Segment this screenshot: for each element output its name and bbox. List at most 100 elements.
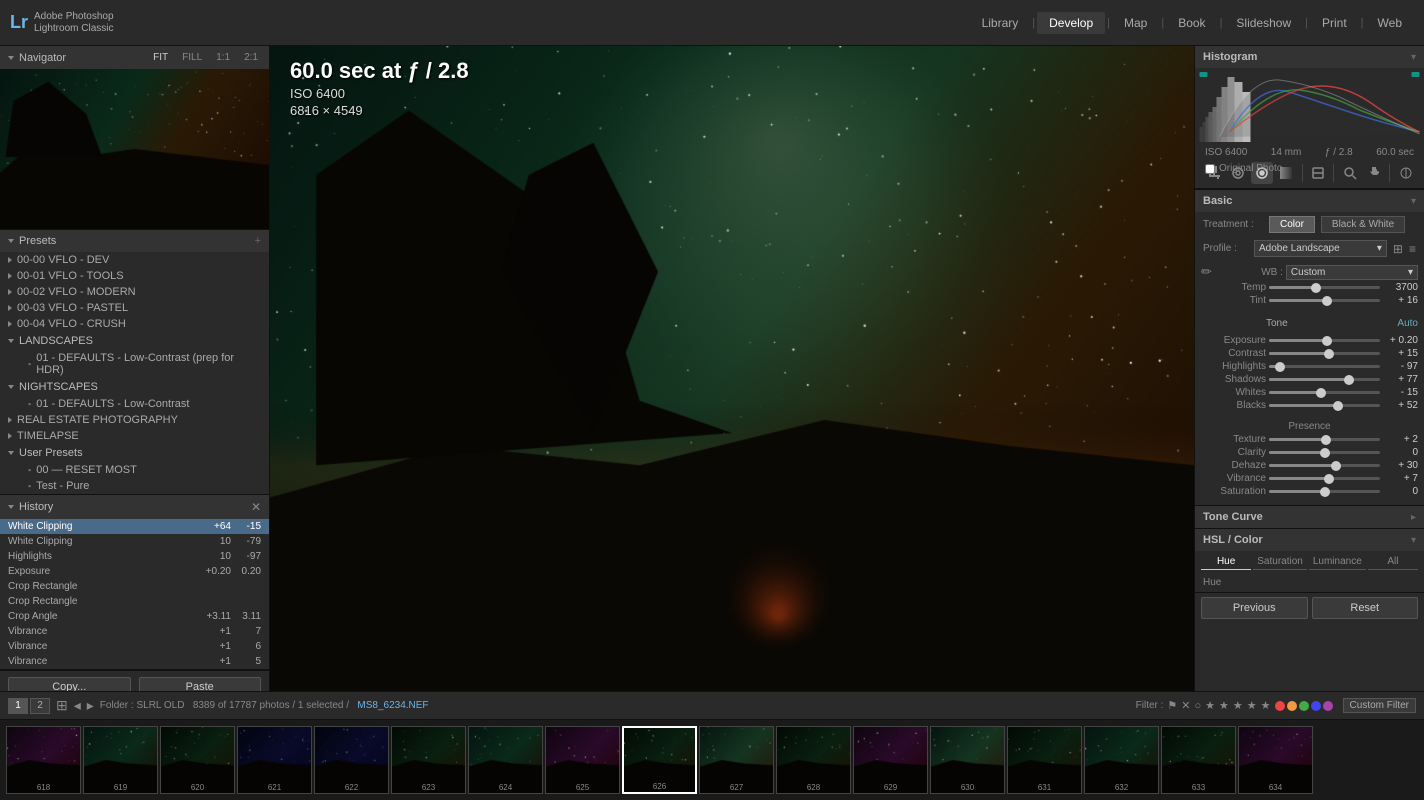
preset-item-vflo-pastel[interactable]: 00-03 VFLO - PASTEL (0, 300, 269, 316)
hsl-tab-all[interactable]: All (1368, 554, 1418, 570)
hsl-header[interactable]: HSL / Color ▾ (1195, 529, 1424, 551)
nav-size-1to1[interactable]: 1:1 (213, 51, 233, 64)
film-thumb-632[interactable]: 632 (1084, 726, 1159, 794)
filter-red-dot[interactable] (1275, 701, 1285, 711)
exposure-thumb[interactable] (1322, 336, 1332, 346)
preset-item-vflo-tools[interactable]: 00-01 VFLO - TOOLS (0, 268, 269, 284)
original-photo-checkbox[interactable] (1205, 164, 1215, 174)
navigator-thumbnail[interactable] (0, 69, 269, 229)
tab-web[interactable]: Web (1366, 12, 1414, 34)
history-item-1[interactable]: White Clipping 10 -79 (0, 534, 269, 549)
reset-button[interactable]: Reset (1312, 597, 1419, 619)
preset-item-landscapes-defaults[interactable]: ▪ 01 - DEFAULTS - Low-Contrast (prep for… (20, 350, 269, 378)
filename-link[interactable]: MS8_6234.NEF (357, 700, 428, 711)
custom-filter-button[interactable]: Custom Filter (1343, 698, 1416, 713)
filter-star-2[interactable]: ★ (1219, 699, 1229, 712)
blacks-slider[interactable] (1269, 404, 1380, 407)
shadows-thumb[interactable] (1344, 375, 1354, 385)
saturation-slider[interactable] (1269, 490, 1380, 493)
film-thumb-620[interactable]: 620 (160, 726, 235, 794)
grid-view-button[interactable]: ⊞ (56, 697, 68, 714)
film-thumb-618[interactable]: 618 (6, 726, 81, 794)
film-thumb-630[interactable]: 630 (930, 726, 1005, 794)
contrast-thumb[interactable] (1324, 349, 1334, 359)
hsl-tab-saturation[interactable]: Saturation (1253, 554, 1307, 570)
filter-star-5[interactable]: ★ (1261, 699, 1271, 712)
whites-thumb[interactable] (1316, 388, 1326, 398)
temp-thumb[interactable] (1311, 283, 1321, 293)
exposure-slider[interactable] (1269, 339, 1380, 342)
tab-map[interactable]: Map (1112, 12, 1159, 34)
profile-list-button[interactable]: ≡ (1409, 242, 1416, 256)
texture-thumb[interactable] (1321, 435, 1331, 445)
filter-unflagged-icon[interactable]: ○ (1195, 700, 1202, 712)
main-image-area[interactable]: 60.0 sec at ƒ / 2.8 ISO 6400 6816 × 4549 (270, 46, 1194, 691)
film-thumb-622[interactable]: 622 (314, 726, 389, 794)
history-item-8[interactable]: Vibrance +1 6 (0, 639, 269, 654)
presets-header[interactable]: Presets + (0, 230, 269, 252)
history-item-4[interactable]: Crop Rectangle (0, 579, 269, 594)
history-close-button[interactable]: ✕ (251, 500, 261, 514)
history-item-6[interactable]: Crop Angle +3.11 3.11 (0, 609, 269, 624)
nav-size-fit[interactable]: FIT (150, 51, 171, 64)
tab-library[interactable]: Library (970, 12, 1031, 34)
film-thumb-624[interactable]: 624 (468, 726, 543, 794)
saturation-thumb[interactable] (1320, 487, 1330, 497)
highlights-slider[interactable] (1269, 365, 1380, 368)
preset-item-test-pure[interactable]: ▪ Test - Pure (20, 478, 269, 494)
treatment-bw-button[interactable]: Black & White (1321, 216, 1405, 233)
tint-slider[interactable] (1269, 299, 1380, 302)
nav-size-2to1[interactable]: 2:1 (241, 51, 261, 64)
tone-curve-header[interactable]: Tone Curve ▸ (1195, 506, 1424, 528)
blacks-thumb[interactable] (1333, 401, 1343, 411)
history-item-2[interactable]: Highlights 10 -97 (0, 549, 269, 564)
history-item-3[interactable]: Exposure +0.20 0.20 (0, 564, 269, 579)
filter-rejected-icon[interactable]: ✕ (1181, 699, 1190, 712)
film-thumb-619[interactable]: 619 (83, 726, 158, 794)
preset-group-nightscapes[interactable]: NIGHTSCAPES (0, 378, 269, 396)
next-photo-button[interactable]: ▸ (87, 697, 94, 714)
film-thumb-629[interactable]: 629 (853, 726, 928, 794)
film-thumb-625[interactable]: 625 (545, 726, 620, 794)
hsl-tab-hue[interactable]: Hue (1201, 554, 1251, 570)
filter-purple-dot[interactable] (1323, 701, 1333, 711)
temp-slider[interactable] (1269, 286, 1380, 289)
wb-dropdown[interactable]: Custom ▾ (1286, 265, 1418, 280)
preset-item-vflo-crush[interactable]: 00-04 VFLO - CRUSH (0, 316, 269, 332)
history-item-9[interactable]: Vibrance +1 5 (0, 654, 269, 669)
vibrance-slider[interactable] (1269, 477, 1380, 480)
film-thumb-633[interactable]: 633 (1161, 726, 1236, 794)
history-item-5[interactable]: Crop Rectangle (0, 594, 269, 609)
clarity-thumb[interactable] (1320, 448, 1330, 458)
preset-item-real-estate[interactable]: REAL ESTATE PHOTOGRAPHY (0, 412, 269, 428)
basic-header[interactable]: Basic ▾ (1195, 190, 1424, 212)
profile-dropdown[interactable]: Adobe Landscape ▾ (1254, 240, 1387, 257)
preset-group-user-presets[interactable]: User Presets (0, 444, 269, 462)
filter-flag-icon[interactable]: ⚑ (1167, 699, 1177, 712)
page-1-button[interactable]: 1 (8, 698, 28, 714)
preset-item-nightscapes-defaults[interactable]: ▪ 01 - DEFAULTS - Low-Contrast (20, 396, 269, 412)
history-header[interactable]: History ✕ (0, 495, 269, 519)
film-thumb-623[interactable]: 623 (391, 726, 466, 794)
tab-print[interactable]: Print (1310, 12, 1359, 34)
filter-star-1[interactable]: ★ (1205, 699, 1215, 712)
profile-grid-button[interactable]: ⊞ (1393, 242, 1403, 256)
filter-green-dot[interactable] (1299, 701, 1309, 711)
vibrance-thumb[interactable] (1324, 474, 1334, 484)
filmstrip[interactable]: 618 619 620 621 622 623 624 625 626 627 … (0, 720, 1424, 800)
paste-button[interactable]: Paste (139, 677, 262, 691)
whites-slider[interactable] (1269, 391, 1380, 394)
tab-slideshow[interactable]: Slideshow (1224, 12, 1303, 34)
hsl-tab-luminance[interactable]: Luminance (1309, 554, 1366, 570)
texture-slider[interactable] (1269, 438, 1380, 441)
filter-star-4[interactable]: ★ (1247, 699, 1257, 712)
shadows-slider[interactable] (1269, 378, 1380, 381)
film-thumb-628[interactable]: 628 (776, 726, 851, 794)
treatment-color-button[interactable]: Color (1269, 216, 1315, 233)
previous-button[interactable]: Previous (1201, 597, 1308, 619)
clarity-slider[interactable] (1269, 451, 1380, 454)
preset-group-landscapes[interactable]: LANDSCAPES (0, 332, 269, 350)
preset-item-timelapse[interactable]: TIMELAPSE (0, 428, 269, 444)
film-thumb-634[interactable]: 634 (1238, 726, 1313, 794)
tab-develop[interactable]: Develop (1037, 12, 1105, 34)
